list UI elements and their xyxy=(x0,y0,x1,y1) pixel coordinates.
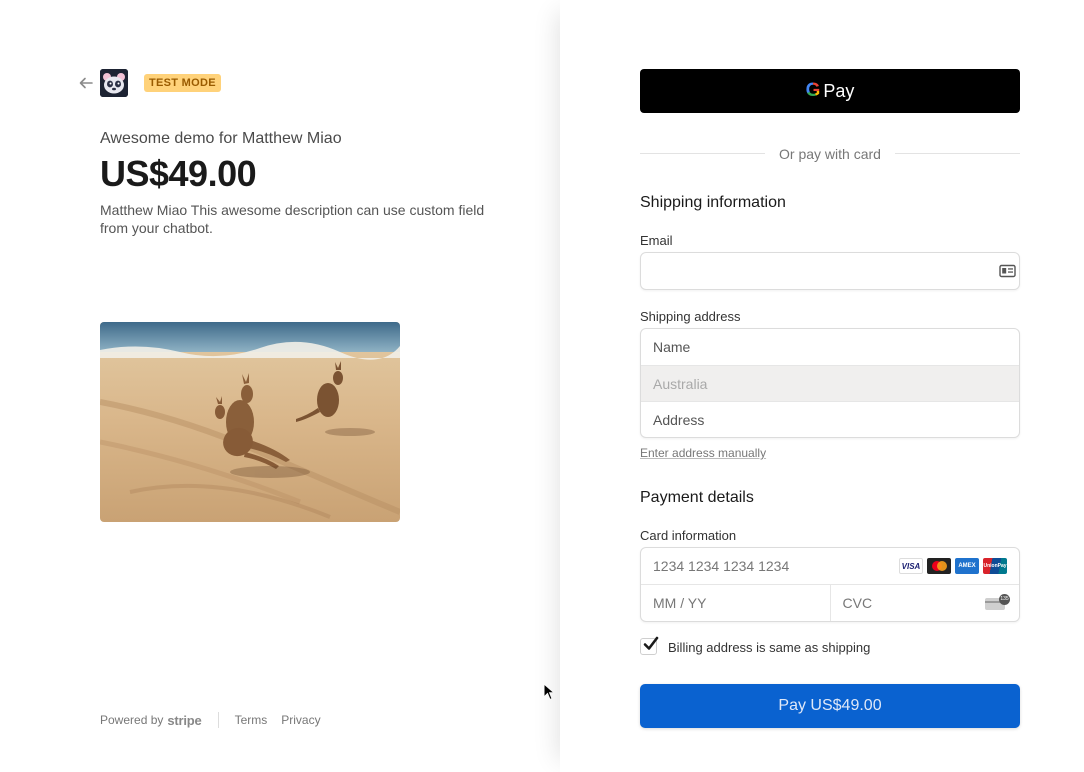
shipping-country-select[interactable]: Australia xyxy=(641,365,1019,401)
email-field[interactable] xyxy=(640,252,1020,290)
privacy-link[interactable]: Privacy xyxy=(281,713,320,727)
test-mode-badge: TEST MODE xyxy=(144,74,221,92)
pay-button[interactable]: Pay US$49.00 xyxy=(640,684,1020,728)
contact-card-icon xyxy=(999,264,1016,278)
back-arrow-icon[interactable] xyxy=(78,75,94,91)
shipping-address-fieldset: Name Australia Address xyxy=(640,328,1020,438)
cvc-badge: 135 xyxy=(999,594,1010,605)
billing-same-checkbox[interactable] xyxy=(640,636,659,655)
visa-icon: VISA xyxy=(899,558,923,574)
product-name: Awesome demo for Matthew Miao xyxy=(100,130,342,147)
email-label: Email xyxy=(640,233,673,248)
terms-link[interactable]: Terms xyxy=(235,713,268,727)
email-input[interactable] xyxy=(641,253,1019,289)
card-information-fieldset: 1234 1234 1234 1234 VISA AMEX UnionPay M… xyxy=(640,547,1020,622)
card-brand-icons: VISA AMEX UnionPay xyxy=(899,558,1007,574)
merchant-logo xyxy=(100,69,128,97)
cvc-placeholder: CVC xyxy=(842,595,873,611)
footer-divider xyxy=(217,712,219,728)
product-image-kangaroos xyxy=(100,322,400,522)
shipping-information-heading: Shipping information xyxy=(640,194,786,211)
cvc-card-icon: 135 xyxy=(985,594,1010,610)
product-summary-panel: TEST MODE Awesome demo for Matthew Miao … xyxy=(0,0,560,772)
amex-icon: AMEX xyxy=(955,558,979,574)
shipping-address-label: Shipping address xyxy=(640,309,741,324)
enter-address-manually-link[interactable]: Enter address manually xyxy=(640,446,766,460)
card-expiry-input[interactable]: MM / YY xyxy=(641,585,830,621)
card-expiry-cvc-row: MM / YY CVC 135 xyxy=(641,584,1019,621)
payment-details-heading: Payment details xyxy=(640,489,754,506)
page-footer: Powered by stripe Terms Privacy xyxy=(100,712,335,728)
shipping-address-input[interactable]: Address xyxy=(641,401,1019,437)
card-number-placeholder: 1234 1234 1234 1234 xyxy=(653,558,790,574)
checkmark-icon xyxy=(643,636,659,650)
shipping-name-input[interactable]: Name xyxy=(641,329,1019,365)
google-pay-button[interactable]: G Pay xyxy=(640,69,1020,113)
divider-text: Or pay with card xyxy=(779,146,881,162)
card-number-input[interactable]: 1234 1234 1234 1234 VISA AMEX UnionPay xyxy=(641,548,1019,584)
google-pay-label: Pay xyxy=(823,80,855,101)
powered-by-label: Powered by xyxy=(100,713,164,727)
mastercard-icon xyxy=(927,558,951,574)
card-cvc-input[interactable]: CVC 135 xyxy=(829,585,1020,621)
unionpay-icon: UnionPay xyxy=(983,558,1007,574)
product-price: US$49.00 xyxy=(100,153,257,194)
stripe-logo[interactable]: stripe xyxy=(167,713,201,728)
google-g-icon: G xyxy=(805,80,821,101)
or-pay-with-card-divider: Or pay with card xyxy=(640,146,1020,162)
card-information-label: Card information xyxy=(640,528,737,543)
mouse-cursor-icon xyxy=(543,683,555,701)
billing-same-label[interactable]: Billing address is same as shipping xyxy=(668,640,870,655)
product-description: Matthew Miao This awesome description ca… xyxy=(100,202,485,236)
